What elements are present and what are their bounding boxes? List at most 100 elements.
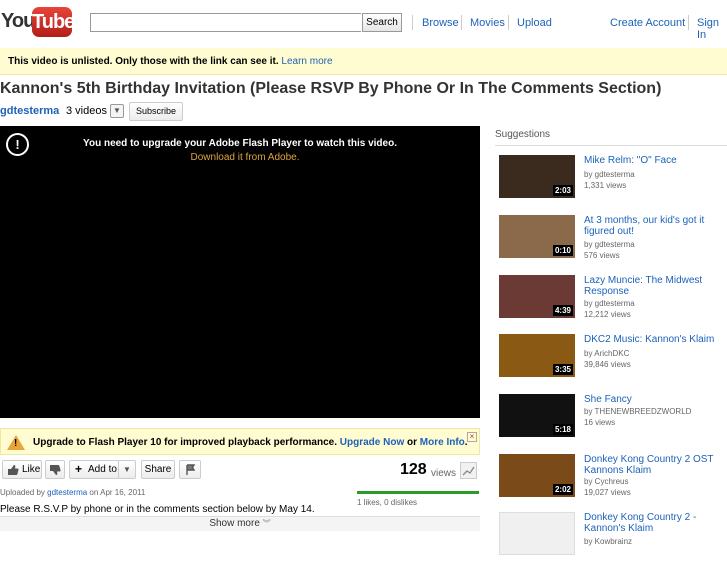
uploader-link[interactable]: gdtesterma: [47, 488, 87, 497]
upgrade-or: or: [407, 437, 418, 448]
add-to-dropdown[interactable]: ▼: [118, 460, 136, 479]
video-thumbnail[interactable]: 4:39: [499, 275, 575, 318]
suggestion-title[interactable]: Lazy Muncie: The Midwest Response: [584, 275, 724, 297]
search-input[interactable]: [90, 13, 361, 32]
suggestion-uploader: by gdtesterma: [584, 170, 635, 179]
nav-divider: [508, 15, 509, 30]
suggestion-uploader: by Cychreus: [584, 477, 629, 486]
chevron-down-icon[interactable]: ▼: [110, 104, 124, 118]
search-button[interactable]: Search: [362, 13, 402, 32]
flag-button[interactable]: [179, 460, 201, 479]
video-title: Kannon's 5th Birthday Invitation (Please…: [0, 80, 662, 97]
flash-required-message: You need to upgrade your Adobe Flash Pla…: [83, 138, 397, 149]
dislike-button[interactable]: [45, 460, 65, 479]
duration-badge: 4:39: [552, 305, 573, 316]
suggestion-uploader: by gdtesterma: [584, 299, 635, 308]
video-thumbnail[interactable]: 2:03: [499, 155, 575, 198]
video-thumbnail[interactable]: 0:10: [499, 215, 575, 258]
thumbs-up-icon: [8, 465, 19, 475]
view-label: views: [431, 468, 457, 479]
like-button[interactable]: Like: [2, 460, 42, 479]
video-player[interactable]: ! You need to upgrade your Adobe Flash P…: [0, 126, 480, 418]
uploaded-by: Uploaded by gdtesterma on Apr 16, 2011: [0, 488, 145, 497]
show-more-label: Show more: [209, 518, 260, 529]
suggestion-views: 16 views: [584, 418, 616, 427]
suggestion-item[interactable]: 2:03 Mike Relm: "O" Face by gdtesterma 1…: [499, 155, 727, 207]
suggestion-uploader: by gdtesterma: [584, 240, 635, 249]
sign-in-link[interactable]: Sign In: [697, 17, 727, 41]
chevron-down-icon: ︾: [262, 519, 271, 528]
nav-divider: [461, 15, 462, 30]
video-thumbnail[interactable]: 3:35: [499, 334, 575, 377]
create-account-link[interactable]: Create Account: [610, 17, 685, 29]
plus-icon: +: [75, 462, 83, 476]
duration-badge: 2:02: [552, 484, 573, 495]
subscribe-button[interactable]: Subscribe: [129, 102, 183, 121]
stats-chart-icon: [462, 466, 475, 476]
suggestion-title[interactable]: DKC2 Music: Kannon's Klaim: [584, 334, 724, 345]
suggestion-views: 19,027 views: [584, 488, 631, 497]
upload-date: on Apr 16, 2011: [89, 488, 146, 497]
nav-divider: [688, 15, 689, 30]
suggestion-item[interactable]: 0:10 At 3 months, our kid's got it figur…: [499, 215, 727, 267]
suggestion-title[interactable]: Donkey Kong Country 2 OST Kannons Klaim: [584, 454, 724, 476]
duration-badge: 2:03: [552, 185, 573, 196]
warning-icon: !: [7, 435, 25, 450]
suggestion-title[interactable]: Mike Relm: "O" Face: [584, 155, 724, 166]
suggestion-uploader: by ArichDKC: [584, 349, 630, 358]
view-count: 128: [400, 461, 427, 478]
upgrade-text: Upgrade to Flash Player 10 for improved …: [33, 437, 337, 448]
video-thumbnail[interactable]: 2:02: [499, 454, 575, 497]
ratings-bar: [357, 491, 479, 494]
like-label: Like: [22, 464, 41, 475]
duration-badge: 5:18: [552, 424, 573, 435]
suggestion-uploader: by THENEWBREEDZWORLD: [584, 407, 692, 416]
suggestion-item[interactable]: 2:02 Donkey Kong Country 2 OST Kannons K…: [499, 454, 727, 506]
download-flash-link[interactable]: Download it from Adobe.: [0, 152, 490, 163]
logo-you: You: [1, 10, 35, 32]
video-thumbnail[interactable]: [499, 512, 575, 555]
suggestion-title[interactable]: She Fancy: [584, 394, 724, 405]
stats-button[interactable]: [460, 462, 477, 479]
suggestion-views: 1,331 views: [584, 181, 627, 190]
suggestions-heading: Suggestions: [495, 129, 551, 140]
learn-more-link[interactable]: Learn more: [281, 56, 332, 67]
nav-upload[interactable]: Upload: [517, 17, 552, 29]
suggestion-title[interactable]: Donkey Kong Country 2 - Kannon's Klaim: [584, 512, 724, 534]
nav-browse[interactable]: Browse: [422, 17, 459, 29]
suggestion-views: 12,212 views: [584, 310, 631, 319]
suggestion-item[interactable]: Donkey Kong Country 2 - Kannon's Klaim b…: [499, 512, 727, 564]
chevron-down-icon: ▼: [123, 465, 131, 474]
video-count: 3 videos: [66, 105, 107, 117]
channel-link[interactable]: gdtesterma: [0, 105, 59, 117]
thumbs-down-icon: [50, 465, 61, 475]
nav-divider: [412, 15, 413, 30]
suggestion-item[interactable]: 4:39 Lazy Muncie: The Midwest Response b…: [499, 275, 727, 327]
nav-movies[interactable]: Movies: [470, 17, 505, 29]
close-icon[interactable]: ×: [467, 432, 477, 442]
upgrade-now-link[interactable]: Upgrade Now: [340, 437, 404, 448]
logo-tube: Tube: [32, 7, 75, 37]
suggestion-item[interactable]: 5:18 She Fancy by THENEWBREEDZWORLD 16 v…: [499, 394, 727, 446]
flag-icon: [186, 464, 196, 475]
share-button[interactable]: Share: [141, 460, 175, 479]
unlisted-notice: This video is unlisted. Only those with …: [0, 48, 727, 75]
youtube-logo[interactable]: You Tube: [0, 6, 75, 38]
suggestion-item[interactable]: 3:35 DKC2 Music: Kannon's Klaim by Arich…: [499, 334, 727, 386]
more-info-link[interactable]: More Info: [420, 437, 465, 448]
video-description: Please R.S.V.P by phone or in the commen…: [0, 504, 315, 515]
divider: [495, 145, 727, 146]
duration-badge: 3:35: [552, 364, 573, 375]
video-thumbnail[interactable]: 5:18: [499, 394, 575, 437]
show-more-button[interactable]: Show more ︾: [0, 516, 480, 531]
suggestion-title[interactable]: At 3 months, our kid's got it figured ou…: [584, 215, 724, 237]
notice-text: This video is unlisted. Only those with …: [8, 56, 279, 67]
duration-badge: 0:10: [552, 245, 573, 256]
flash-upgrade-bar: ! Upgrade to Flash Player 10 for improve…: [0, 428, 480, 455]
uploaded-prefix: Uploaded by: [0, 488, 45, 497]
suggestion-views: 39,846 views: [584, 360, 631, 369]
add-to-label: Add to: [88, 464, 117, 475]
likes-count: 1 likes, 0 dislikes: [357, 498, 418, 507]
add-to-button[interactable]: + Add to: [69, 460, 119, 479]
suggestion-views: 576 views: [584, 251, 620, 260]
